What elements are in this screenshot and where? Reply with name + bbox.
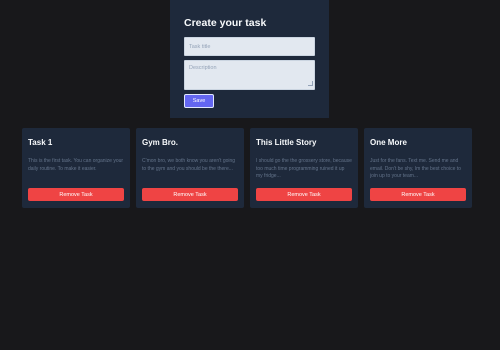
- task-description: Just for the fans. Text me. Send me and …: [370, 158, 461, 179]
- task-card: Task 1 This is the first task. You can o…: [22, 128, 130, 208]
- task-title: One More: [370, 138, 407, 147]
- task-description: C'mon bro, we both know you aren't going…: [142, 158, 236, 172]
- description-input[interactable]: [184, 60, 315, 90]
- task-description: I should go the the grossery store, beca…: [256, 158, 352, 179]
- task-title: Task 1: [28, 138, 53, 147]
- task-title: This Little Story: [256, 138, 317, 147]
- task-card: This Little Story I should go the the gr…: [250, 128, 358, 208]
- save-button[interactable]: Save: [184, 94, 214, 108]
- create-task-form: Create your task Save: [170, 0, 329, 118]
- form-title: Create your task: [184, 17, 267, 29]
- textarea-resize-handle[interactable]: [308, 81, 313, 86]
- task-card: One More Just for the fans. Text me. Sen…: [364, 128, 472, 208]
- task-list: Task 1 This is the first task. You can o…: [22, 128, 478, 208]
- remove-task-button[interactable]: Remove Task: [28, 188, 124, 201]
- remove-task-button[interactable]: Remove Task: [370, 188, 466, 201]
- task-title: Gym Bro.: [142, 138, 179, 147]
- remove-task-button[interactable]: Remove Task: [256, 188, 352, 201]
- task-description: This is the first task. You can organize…: [28, 158, 124, 172]
- task-card: Gym Bro. C'mon bro, we both know you are…: [136, 128, 244, 208]
- task-title-input[interactable]: [184, 37, 315, 56]
- remove-task-button[interactable]: Remove Task: [142, 188, 238, 201]
